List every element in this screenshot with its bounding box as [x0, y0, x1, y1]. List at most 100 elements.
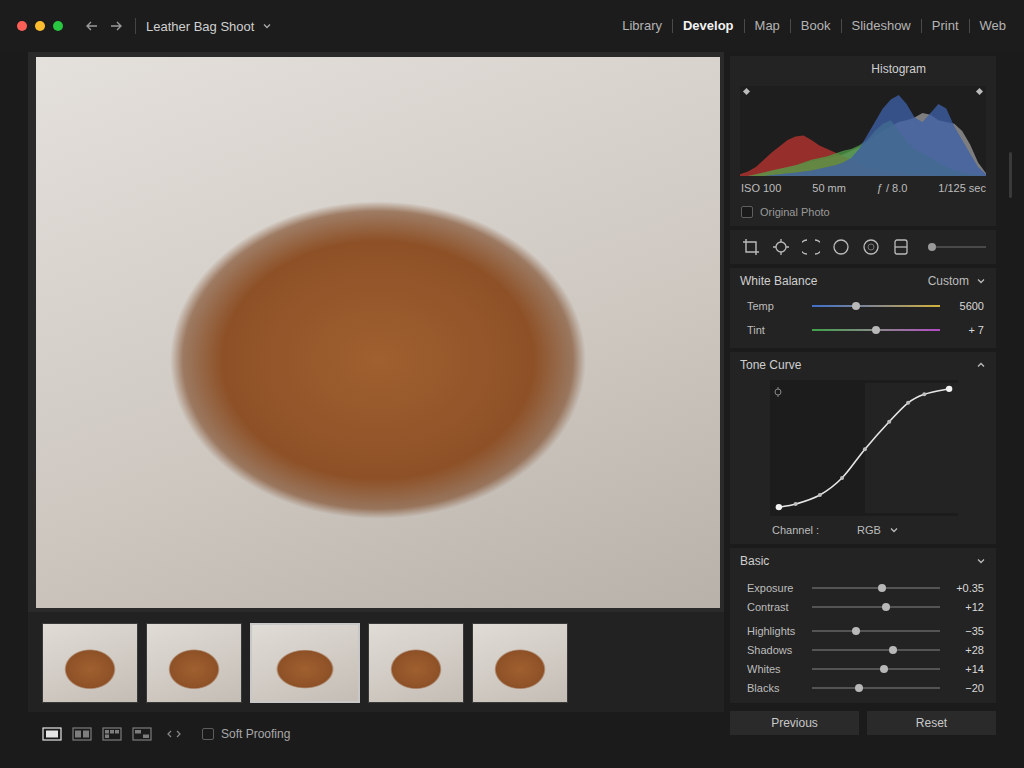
target-adjust-icon[interactable]	[775, 387, 781, 397]
module-tab[interactable]: Develop	[672, 19, 744, 33]
slider-thumb[interactable]	[882, 603, 890, 611]
minimize-button[interactable]	[35, 21, 45, 31]
slider-label: Contrast	[747, 601, 812, 613]
histogram-header[interactable]: Histogram	[730, 56, 996, 82]
soft-proofing-toggle[interactable]: Soft Proofing	[202, 727, 290, 741]
back-arrow-icon[interactable]	[85, 19, 99, 33]
slider-track[interactable]	[812, 630, 940, 632]
radial-filter-icon[interactable]	[862, 238, 880, 256]
masking-icon[interactable]	[802, 238, 820, 256]
chevron-up-icon[interactable]	[976, 360, 986, 370]
filmstrip-thumbnail[interactable]	[368, 623, 464, 703]
catalog-title[interactable]: Leather Bag Shoot	[146, 19, 272, 34]
tool-size-thumb[interactable]	[928, 243, 936, 251]
forward-arrow-icon[interactable]	[109, 19, 123, 33]
slider-thumb[interactable]	[852, 627, 860, 635]
soft-proofing-checkbox[interactable]	[202, 728, 214, 740]
panel-button[interactable]: Previous	[730, 711, 859, 735]
shadow-clipping-icon[interactable]	[743, 88, 750, 95]
curve-point[interactable]	[818, 493, 822, 497]
window-controls	[17, 21, 63, 31]
view-mode-button[interactable]	[40, 725, 64, 743]
scrollbar-thumb[interactable]	[1009, 152, 1012, 198]
tone-curve-graph[interactable]	[770, 380, 958, 516]
photo-preview	[36, 57, 720, 608]
module-tab[interactable]: Library	[612, 19, 672, 33]
highlight-clipping-icon[interactable]	[976, 88, 983, 95]
slider-track[interactable]	[812, 606, 940, 608]
white-balance-preset-value: Custom	[928, 274, 969, 288]
module-tab[interactable]: Book	[790, 19, 841, 33]
slider-thumb[interactable]	[852, 302, 860, 310]
zoom-button[interactable]	[53, 21, 63, 31]
white-balance-preset[interactable]: Custom	[928, 274, 986, 288]
white-balance-title: White Balance	[740, 274, 817, 288]
slider-track[interactable]	[812, 649, 940, 651]
tool-size-slider[interactable]	[932, 246, 986, 248]
filmstrip-thumbnail[interactable]	[250, 623, 360, 703]
slider-track[interactable]	[812, 687, 940, 689]
slider-value[interactable]: + 7	[940, 324, 984, 336]
curve-point[interactable]	[776, 504, 782, 510]
slider-value[interactable]: +0.35	[940, 582, 984, 594]
slider-label: Whites	[747, 663, 812, 675]
slider-value[interactable]: 5600	[940, 300, 984, 312]
slider-row: Tint+ 7	[730, 318, 996, 348]
slider-thumb[interactable]	[872, 326, 880, 334]
channel-dropdown[interactable]: RGB	[857, 524, 899, 536]
original-photo-toggle[interactable]: Original Photo	[730, 198, 996, 226]
graduated-filter-icon[interactable]	[892, 238, 910, 256]
loupe-view-icon	[42, 727, 62, 741]
crop-icon[interactable]	[742, 238, 760, 256]
slider-track[interactable]	[812, 305, 940, 307]
slider-track[interactable]	[812, 329, 940, 331]
healing-icon[interactable]	[772, 238, 790, 256]
histogram-series	[740, 95, 986, 176]
curve-point[interactable]	[840, 476, 844, 480]
slider-row: Blacks−20	[730, 678, 996, 697]
view-mode-button[interactable]	[100, 725, 124, 743]
module-tabs: LibraryDevelopMapBookSlideshowPrintWeb	[612, 19, 1006, 33]
slider-thumb[interactable]	[880, 665, 888, 673]
slider-thumb[interactable]	[889, 646, 897, 654]
slider-value[interactable]: −20	[940, 682, 984, 694]
compare-view-icon	[72, 727, 92, 741]
app-window: Leather Bag Shoot LibraryDevelopMapBookSl…	[0, 0, 1024, 768]
slider-value[interactable]: +12	[940, 601, 984, 613]
curve-point[interactable]	[794, 502, 798, 506]
module-tab[interactable]: Print	[921, 19, 969, 33]
basic-header[interactable]: Basic	[730, 548, 996, 574]
curve-point[interactable]	[863, 447, 867, 451]
view-mode-button[interactable]	[130, 725, 154, 743]
panel-buttons: Previous Reset	[730, 711, 996, 735]
module-tab[interactable]: Web	[969, 19, 1007, 33]
curve-point[interactable]	[946, 386, 952, 392]
slider-value[interactable]: −35	[940, 625, 984, 637]
slider-value[interactable]: +28	[940, 644, 984, 656]
filmstrip-thumbnail[interactable]	[146, 623, 242, 703]
curve-point[interactable]	[906, 401, 910, 405]
slider-value[interactable]: +14	[940, 663, 984, 675]
module-tab[interactable]: Slideshow	[841, 19, 921, 33]
more-views-icon[interactable]	[166, 729, 182, 739]
slider-label: Temp	[747, 300, 812, 312]
filmstrip-thumbnail[interactable]	[472, 623, 568, 703]
chevron-down-icon[interactable]	[976, 556, 986, 566]
slider-thumb[interactable]	[855, 684, 863, 692]
slider-track[interactable]	[812, 587, 940, 589]
filmstrip-thumbnail[interactable]	[42, 623, 138, 703]
slider-thumb[interactable]	[878, 584, 886, 592]
close-button[interactable]	[17, 21, 27, 31]
view-mode-button[interactable]	[70, 725, 94, 743]
curve-point[interactable]	[922, 392, 926, 396]
filmstrip	[28, 612, 724, 712]
panel-button[interactable]: Reset	[867, 711, 996, 735]
slider-track[interactable]	[812, 668, 940, 670]
original-photo-checkbox[interactable]	[741, 206, 753, 218]
red-eye-icon[interactable]	[832, 238, 850, 256]
tone-curve-header[interactable]: Tone Curve	[730, 352, 996, 378]
curve-point[interactable]	[887, 420, 891, 424]
exif-value: ISO 100	[741, 182, 781, 198]
module-tab[interactable]: Map	[744, 19, 790, 33]
histogram-plot	[740, 86, 986, 176]
